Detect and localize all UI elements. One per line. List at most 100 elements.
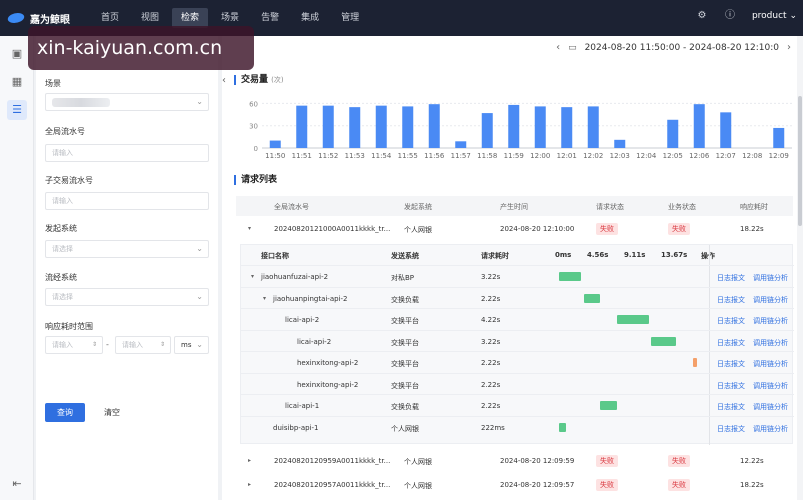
detail-system: 交换平台: [391, 381, 419, 390]
collapse-panel-icon[interactable]: ‹: [222, 75, 226, 86]
tree-toggle-icon[interactable]: ▾: [251, 273, 254, 280]
detail-api-name: jiaohuanpingtai-api-2: [273, 294, 348, 303]
chart-bar[interactable]: [614, 139, 626, 148]
detail-system: 交换平台: [391, 360, 419, 368]
chain-analysis-link[interactable]: 调用链分析: [753, 402, 788, 412]
user-menu[interactable]: product ⌄: [752, 11, 797, 21]
range-unit-select[interactable]: ms ⌄: [174, 336, 209, 354]
time-range-text[interactable]: 2024-08-20 11:50:00 - 2024-08-20 12:10:0: [585, 43, 779, 53]
flow-system-select[interactable]: 请选择 ⌄: [45, 288, 209, 306]
clear-button[interactable]: 清空: [92, 403, 132, 422]
chain-analysis-link[interactable]: 调用链分析: [753, 424, 788, 434]
nav-item-scene[interactable]: 场景: [212, 8, 248, 28]
collapse-rail-icon[interactable]: ⇤: [7, 474, 27, 494]
chart-title: 交易量: [241, 75, 269, 85]
chart-bar[interactable]: [561, 107, 573, 148]
log-link[interactable]: 日志报文: [717, 359, 745, 369]
chart-bar[interactable]: [296, 105, 308, 148]
chart-bar[interactable]: [693, 104, 705, 148]
scroll-thumb[interactable]: [798, 96, 802, 226]
help-icon[interactable]: ⓘ: [724, 10, 736, 22]
nav-item-admin[interactable]: 管理: [332, 8, 368, 28]
chain-analysis-link[interactable]: 调用链分析: [753, 295, 788, 305]
chain-analysis-link[interactable]: 调用链分析: [753, 359, 788, 369]
table-row[interactable]: ▾ 20240820121000A0011kkkk_tr... 个人网银 202…: [236, 218, 793, 240]
table-row[interactable]: ▸ 20240820120957A0011kkkk_tr... 个人网银 202…: [236, 474, 793, 496]
x-tick-label: 12:08: [742, 152, 762, 160]
query-button[interactable]: 查询: [45, 403, 85, 422]
cell-global-id[interactable]: 20240820120959A0011kkkk_tr...: [274, 457, 390, 465]
x-tick-label: 12:01: [557, 152, 577, 160]
origin-system-select[interactable]: 请选择 ⌄: [45, 240, 209, 258]
stepper-icon[interactable]: ⇕: [92, 337, 97, 353]
nav-item-integration[interactable]: 集成: [292, 8, 328, 28]
time-range-bar: ‹ ▭ 2024-08-20 11:50:00 - 2024-08-20 12:…: [556, 42, 791, 53]
detail-row[interactable]: licai-api-2 交换平台 4.22s 日志报文 调用链分析: [241, 308, 794, 329]
range-max-input[interactable]: 请输入 ⇕: [115, 336, 171, 354]
chart-bar[interactable]: [269, 140, 281, 148]
detail-row[interactable]: hexinxitong-api-2 交换平台 2.22s 日志报文 调用链分析: [241, 372, 794, 394]
chart-bar[interactable]: [481, 113, 493, 148]
biz-status-badge: 失败: [668, 455, 690, 467]
log-link[interactable]: 日志报文: [717, 273, 745, 283]
range-min-input[interactable]: 请输入 ⇕: [45, 336, 103, 354]
scene-select[interactable]: ⌄: [45, 93, 209, 111]
chart-bar[interactable]: [773, 127, 785, 148]
chain-analysis-link[interactable]: 调用链分析: [753, 381, 788, 391]
chart-bar[interactable]: [455, 141, 467, 148]
expand-right-icon[interactable]: ▸: [248, 481, 251, 488]
detail-row[interactable]: duisibp-api-1 个人网银 222ms 日志报文 调用链分析: [241, 415, 794, 437]
global-id-input[interactable]: 请输入: [45, 144, 209, 162]
expand-right-icon[interactable]: ▸: [248, 457, 251, 464]
sub-id-input[interactable]: 请输入: [45, 192, 209, 210]
stepper-icon[interactable]: ⇕: [160, 337, 165, 353]
log-link[interactable]: 日志报文: [717, 338, 745, 348]
cell-global-id[interactable]: 20240820121000A0011kkkk_tr...: [274, 225, 390, 233]
log-link[interactable]: 日志报文: [717, 424, 745, 434]
chain-analysis-link[interactable]: 调用链分析: [753, 338, 788, 348]
chain-analysis-link[interactable]: 调用链分析: [753, 273, 788, 283]
prev-range-icon[interactable]: ‹: [556, 42, 560, 53]
rail-item-1-icon[interactable]: ▣: [7, 44, 27, 64]
cell-origin: 个人网银: [404, 458, 432, 466]
cell-global-id[interactable]: 20240820120957A0011kkkk_tr...: [274, 481, 390, 489]
chart-bar[interactable]: [428, 104, 440, 148]
chart-bar[interactable]: [667, 119, 679, 148]
chart-bar[interactable]: [534, 106, 546, 148]
chain-analysis-link[interactable]: 调用链分析: [753, 316, 788, 326]
chart-bar[interactable]: [322, 105, 334, 148]
table-row[interactable]: ▸ 20240820120959A0011kkkk_tr... 个人网银 202…: [236, 450, 793, 472]
th-duration: 响应耗时: [740, 203, 768, 211]
detail-row[interactable]: licai-api-1 交换负载 2.22s 日志报文 调用链分析: [241, 394, 794, 415]
expand-down-icon[interactable]: ▾: [248, 225, 251, 232]
biz-status-badge: 失败: [668, 223, 690, 235]
settings-icon[interactable]: ⚙: [696, 10, 708, 22]
chart-bar[interactable]: [587, 106, 599, 148]
nav-item-home[interactable]: 首页: [92, 8, 128, 28]
detail-row[interactable]: licai-api-2 交换平台 3.22s 日志报文 调用链分析: [241, 329, 794, 351]
log-link[interactable]: 日志报文: [717, 295, 745, 305]
detail-row[interactable]: hexinxitong-api-2 交换平台 2.22s 日志报文 调用链分析: [241, 351, 794, 372]
chart-bar[interactable]: [349, 107, 361, 148]
chart-bar[interactable]: [402, 106, 414, 148]
log-link[interactable]: 日志报文: [717, 402, 745, 412]
tree-toggle-icon[interactable]: ▾: [263, 295, 266, 302]
nav-item-view[interactable]: 视图: [132, 8, 168, 28]
detail-row[interactable]: ▾ jiaohuanfuzai-api-2 对私BP 3.22s 日志报文 调用链分析: [241, 265, 794, 286]
nav-item-alert[interactable]: 告警: [252, 8, 288, 28]
log-link[interactable]: 日志报文: [717, 316, 745, 326]
chart-bar[interactable]: [375, 105, 387, 148]
vertical-scrollbar[interactable]: [797, 36, 803, 500]
timeline-bar: [651, 336, 677, 346]
rail-item-2-icon[interactable]: ▦: [7, 72, 27, 92]
detail-duration: 4.22s: [481, 316, 501, 324]
rail-item-list-icon[interactable]: ☰: [7, 100, 27, 120]
chart-bar[interactable]: [508, 104, 520, 148]
x-tick-label: 11:51: [292, 152, 312, 160]
chevron-down-icon: ⌄: [196, 97, 203, 106]
log-link[interactable]: 日志报文: [717, 381, 745, 391]
chart-bar[interactable]: [720, 112, 732, 148]
nav-item-search[interactable]: 检索: [172, 8, 209, 28]
detail-row[interactable]: ▾ jiaohuanpingtai-api-2 交换负载 2.22s 日志报文 调用链分析: [241, 286, 794, 308]
next-range-icon[interactable]: ›: [787, 42, 791, 53]
